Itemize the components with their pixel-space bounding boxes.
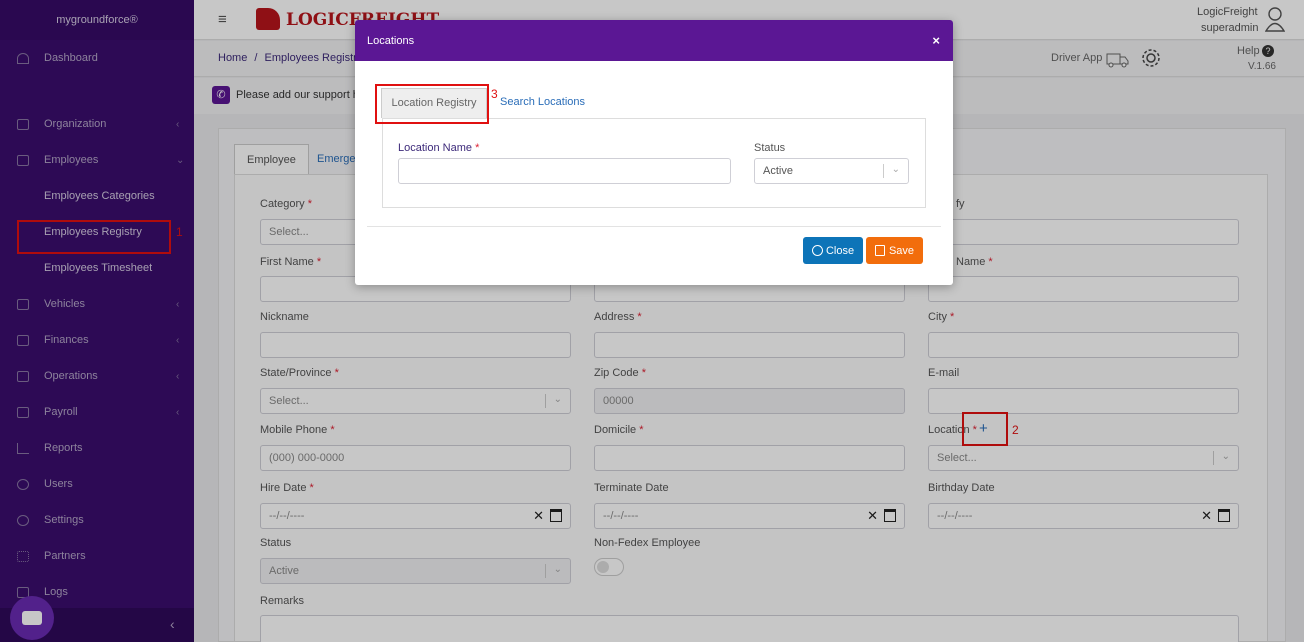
modal-status-label: Status	[754, 142, 786, 154]
location-name-input[interactable]	[398, 158, 731, 184]
locations-modal: Locations × Location Registry Search Loc…	[355, 20, 953, 285]
close-icon[interactable]: ×	[932, 33, 940, 48]
location-name-label: Location Name *	[398, 142, 480, 154]
modal-divider	[367, 226, 941, 227]
tab-search-locations[interactable]: Search Locations	[500, 96, 585, 108]
chevron-down-icon: ⌄	[891, 164, 900, 175]
modal-close-button[interactable]: Close	[803, 237, 863, 264]
modal-save-button[interactable]: Save	[866, 237, 923, 264]
annotation-number-3: 3	[491, 87, 498, 101]
highlight-box-location-registry	[375, 84, 489, 124]
modal-status-select[interactable]: Active ⌄	[754, 158, 909, 184]
modal-header: Locations ×	[355, 20, 953, 61]
cancel-circle-icon	[811, 245, 823, 256]
save-icon	[874, 245, 885, 256]
modal-title: Locations	[367, 34, 415, 47]
